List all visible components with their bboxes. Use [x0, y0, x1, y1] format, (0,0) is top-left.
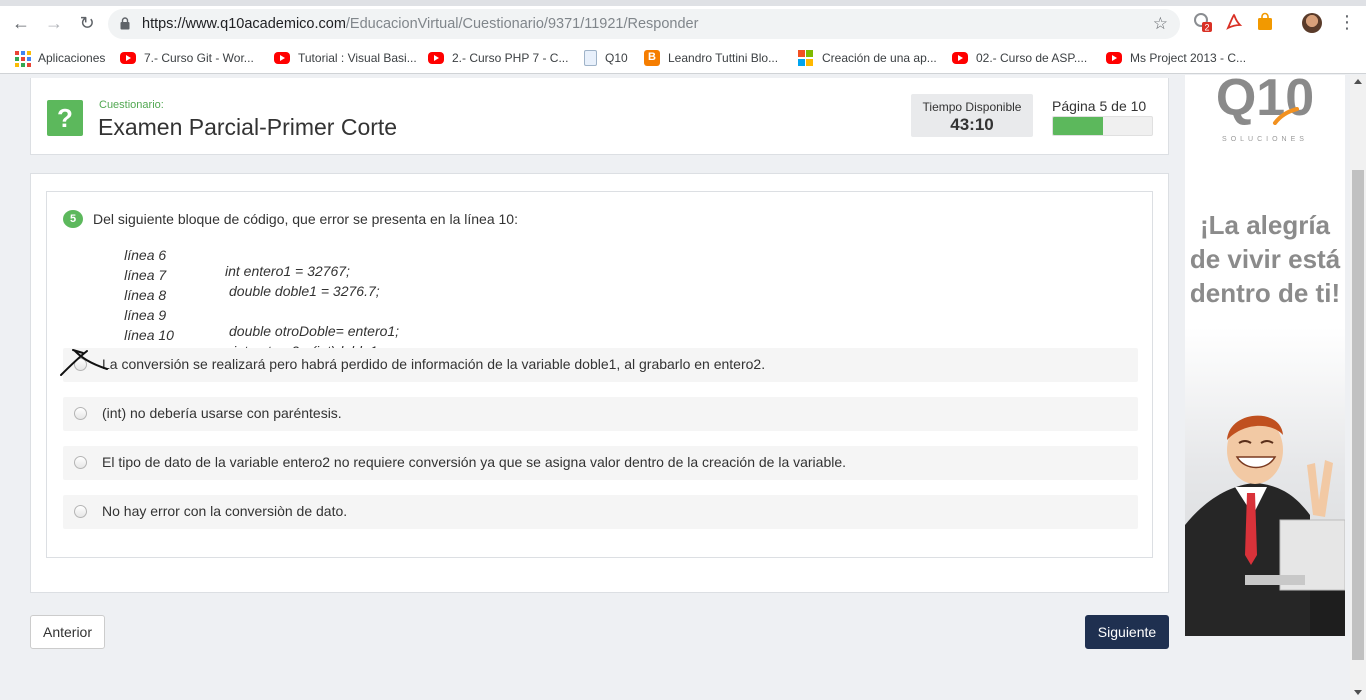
- scroll-down-arrow-icon[interactable]: [1354, 690, 1362, 695]
- blogger-icon: [644, 50, 660, 66]
- advertisement-banner[interactable]: Q10 SOLUCIONES ¡La alegría de vivir está…: [1185, 75, 1345, 636]
- shopping-bag-icon[interactable]: [1255, 12, 1275, 32]
- quiz-header: ? Cuestionario: Examen Parcial-Primer Co…: [30, 78, 1169, 155]
- browser-toolbar: ← → ↻ https://www.q10academico.com/Educa…: [0, 0, 1366, 42]
- radio-button[interactable]: [74, 358, 87, 371]
- question-mark-icon: ?: [47, 100, 83, 136]
- pdf-icon[interactable]: [1224, 12, 1244, 32]
- menu-kebab-icon[interactable]: ⋮: [1338, 12, 1356, 32]
- bookmark-item[interactable]: Creación de una ap...: [798, 49, 937, 67]
- bookmark-item[interactable]: Leandro Tuttini Blo...: [644, 49, 778, 67]
- url-text: https://www.q10academico.com/EducacionVi…: [142, 16, 699, 32]
- scrollbar-thumb[interactable]: [1352, 170, 1364, 660]
- next-button[interactable]: Siguiente: [1085, 615, 1169, 649]
- bookmarks-bar: Aplicaciones 7.- Curso Git - Wor... Tuto…: [0, 42, 1366, 74]
- radio-button[interactable]: [74, 456, 87, 469]
- radio-button[interactable]: [74, 407, 87, 420]
- lock-icon: [120, 17, 130, 30]
- progress-bar: [1052, 116, 1153, 136]
- reload-icon[interactable]: ↻: [76, 12, 98, 34]
- answer-text: La conversión se realizará pero habrá pe…: [102, 356, 766, 372]
- bookmark-apps[interactable]: Aplicaciones: [14, 49, 105, 67]
- tab-strip: [0, 0, 1366, 6]
- question-text: Del siguiente bloque de código, que erro…: [93, 211, 518, 227]
- back-icon[interactable]: ←: [10, 12, 32, 34]
- time-value: 43:10: [950, 115, 994, 134]
- scroll-up-arrow-icon[interactable]: [1354, 79, 1362, 84]
- answer-option-1[interactable]: La conversión se realizará pero habrá pe…: [63, 348, 1138, 382]
- time-remaining-box: Tiempo Disponible 43:10: [911, 94, 1033, 137]
- code-line-code: double doble1 = 3276.7;: [229, 283, 380, 299]
- bookmark-label: Tutorial : Visual Basi...: [298, 51, 417, 65]
- answer-text: El tipo de dato de la variable entero2 n…: [102, 454, 847, 470]
- bookmark-label: 2.- Curso PHP 7 - C...: [452, 51, 569, 65]
- forward-icon[interactable]: →: [43, 12, 65, 34]
- youtube-icon: [120, 52, 136, 64]
- question-card: 5 Del siguiente bloque de código, que er…: [30, 173, 1169, 593]
- code-line-code: double otroDoble= entero1;: [229, 323, 400, 339]
- microsoft-icon: [798, 50, 814, 66]
- youtube-icon: [952, 52, 968, 64]
- page-title: Examen Parcial-Primer Corte: [98, 114, 398, 140]
- time-label: Tiempo Disponible: [922, 100, 1022, 114]
- businessman-illustration: [1185, 415, 1345, 636]
- bookmark-item[interactable]: 02.- Curso de ASP....: [952, 49, 1087, 67]
- previous-button[interactable]: Anterior: [30, 615, 105, 649]
- extension-badge: 2: [1204, 23, 1209, 33]
- bookmark-label: Ms Project 2013 - C...: [1130, 51, 1247, 65]
- address-bar[interactable]: https://www.q10academico.com/EducacionVi…: [108, 9, 1180, 39]
- page-indicator: Página 5 de 10: [1052, 98, 1147, 114]
- answer-option-4[interactable]: No hay error con la conversiòn de dato.: [63, 495, 1138, 529]
- bookmark-item[interactable]: Ms Project 2013 - C...: [1106, 49, 1246, 67]
- extension-icon[interactable]: 2: [1193, 12, 1213, 32]
- youtube-icon: [274, 52, 290, 64]
- document-icon: [584, 50, 597, 66]
- bookmark-label: Creación de una ap...: [822, 51, 937, 65]
- bookmark-label: Leandro Tuttini Blo...: [668, 51, 779, 65]
- bookmark-star-icon[interactable]: ☆: [1153, 14, 1168, 34]
- code-line-number: línea 10: [124, 327, 174, 343]
- q10-logo: Q10: [1216, 75, 1314, 125]
- bookmark-item[interactable]: 2.- Curso PHP 7 - C...: [428, 49, 568, 67]
- bookmark-item[interactable]: Tutorial : Visual Basi...: [274, 49, 417, 67]
- apps-grid-icon: [14, 50, 31, 67]
- bookmark-label: Q10: [605, 51, 628, 65]
- code-line-code: int entero1 = 32767;: [225, 263, 350, 279]
- question-box: 5 Del siguiente bloque de código, que er…: [46, 191, 1153, 558]
- profile-avatar[interactable]: [1302, 13, 1322, 33]
- bookmark-item[interactable]: Q10: [584, 49, 628, 67]
- quiz-label: Cuestionario:: [99, 99, 164, 111]
- youtube-icon: [428, 52, 444, 64]
- ad-slogan: ¡La alegría de vivir está dentro de ti!: [1189, 210, 1341, 308]
- page-content: ? Cuestionario: Examen Parcial-Primer Co…: [0, 75, 1350, 700]
- bookmark-item[interactable]: 7.- Curso Git - Wor...: [120, 49, 254, 67]
- bookmark-label: 02.- Curso de ASP....: [976, 51, 1088, 65]
- answer-option-2[interactable]: (int) no debería usarse con paréntesis.: [63, 397, 1138, 431]
- progress-fill: [1053, 117, 1103, 135]
- svg-text:Q10: Q10: [1216, 75, 1314, 125]
- logo-subtitle: SOLUCIONES: [1222, 136, 1308, 143]
- radio-button[interactable]: [74, 505, 87, 518]
- answer-text: No hay error con la conversiòn de dato.: [102, 503, 348, 519]
- youtube-icon: [1106, 52, 1122, 64]
- question-number-badge: 5: [63, 210, 83, 228]
- bookmark-label: Aplicaciones: [38, 51, 106, 65]
- page-scrollbar[interactable]: [1350, 75, 1366, 700]
- answer-text: (int) no debería usarse con paréntesis.: [102, 405, 342, 421]
- answer-option-3[interactable]: El tipo de dato de la variable entero2 n…: [63, 446, 1138, 480]
- bookmark-label: 7.- Curso Git - Wor...: [144, 51, 254, 65]
